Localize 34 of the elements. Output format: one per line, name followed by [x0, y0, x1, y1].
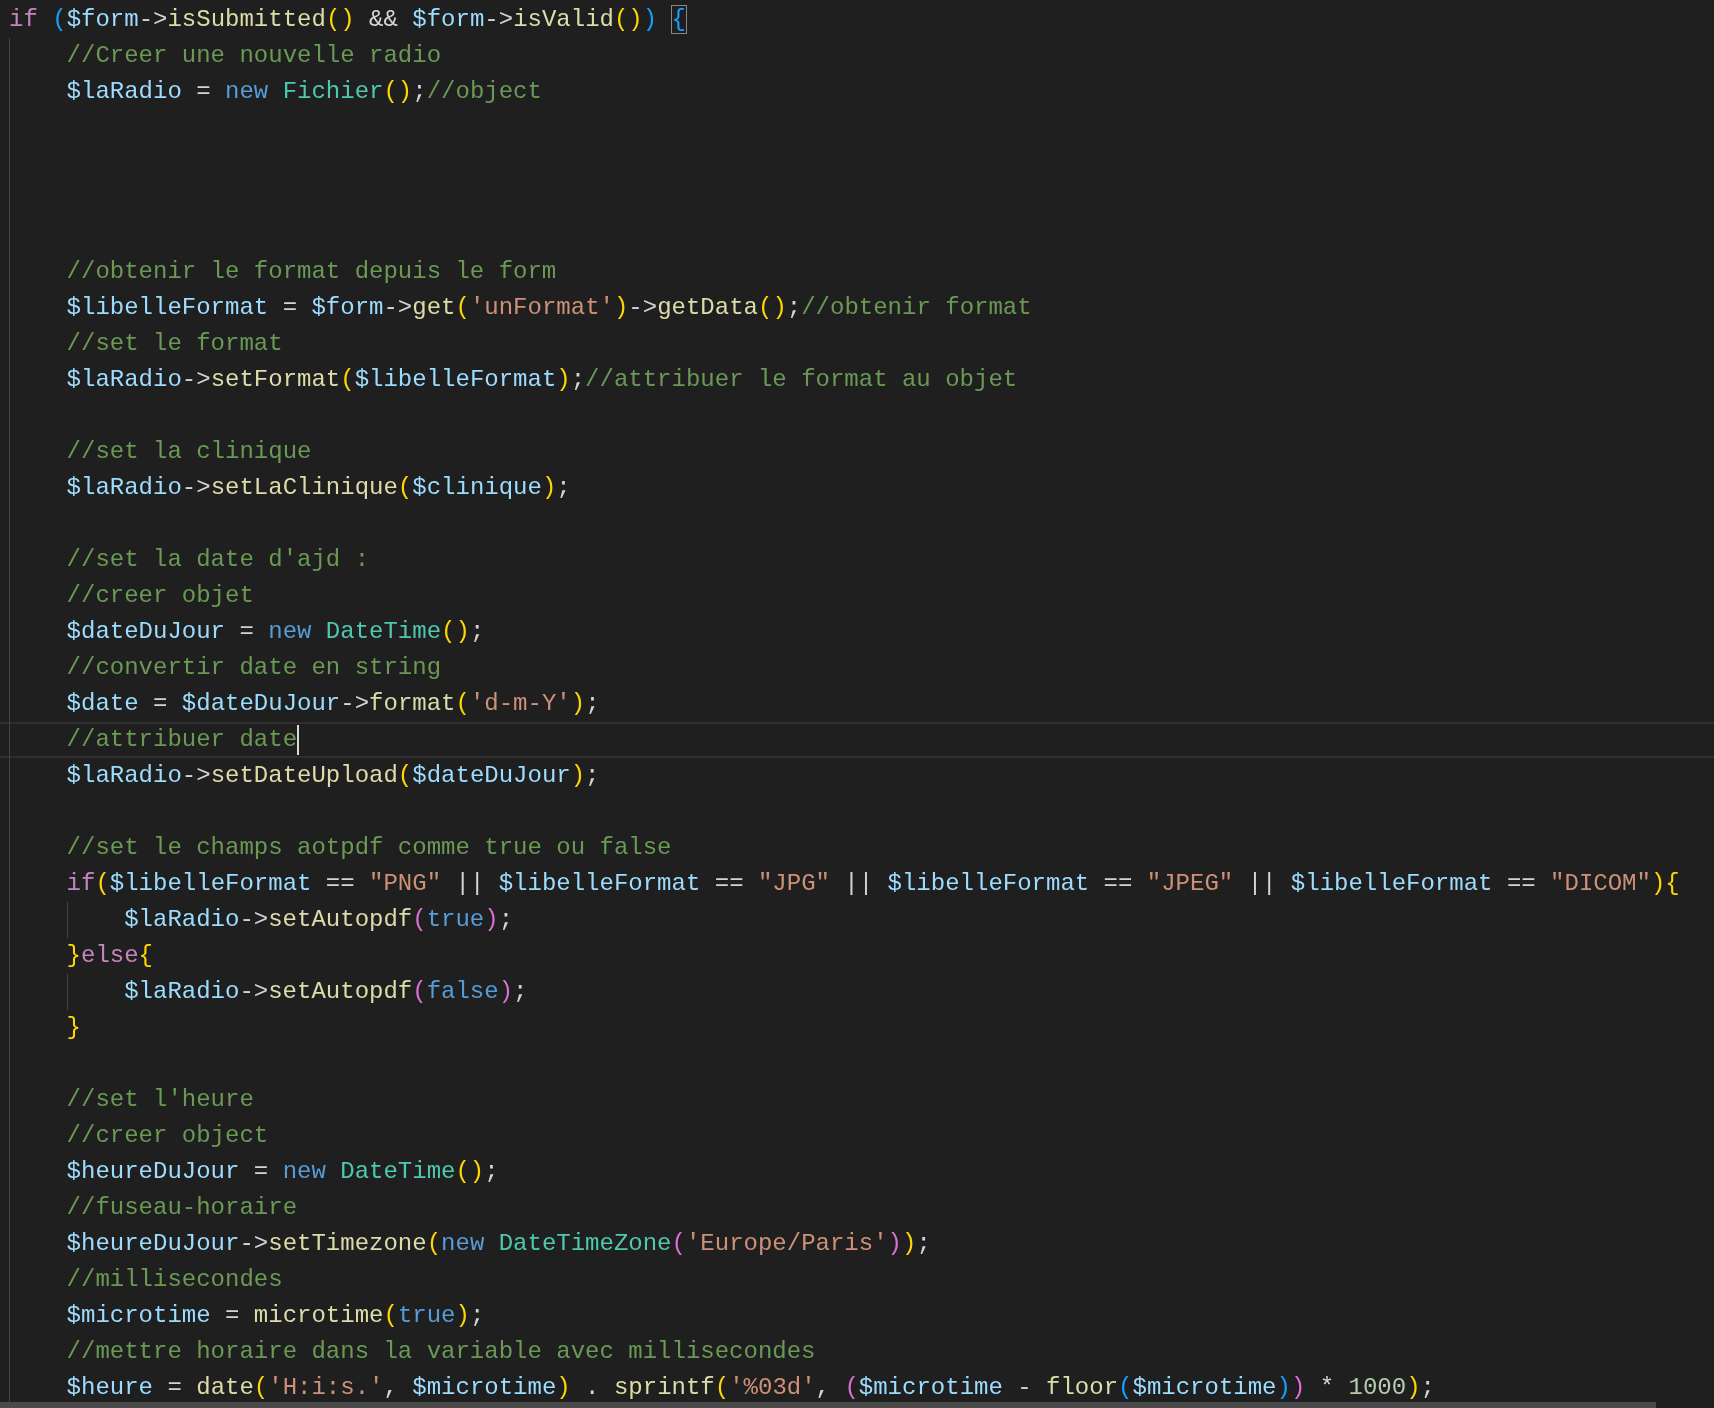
code-line: //set la date d'ajd :	[66, 545, 370, 575]
code-line: $heure = date('H:i:s.', $microtime) . sprintf('%03d', ($microtime - floor($microtime)) * 1000);	[66, 1373, 1435, 1403]
code-line: //creer objet	[66, 581, 254, 611]
code-line: //creer object	[66, 1121, 269, 1151]
code-line: $heureDuJour->setTimezone(new DateTimeZone('Europe/Paris'));	[66, 1229, 931, 1259]
code-line: $libelleFormat = $form->get('unFormat')->getData();//obtenir format	[66, 293, 1032, 323]
code-line: //set le format	[66, 329, 283, 359]
code-line: $laRadio->setLaClinique($clinique);	[66, 473, 571, 503]
code-line: if($libelleFormat == "PNG" || $libelleFormat == "JPG" || $libelleFormat == "JPEG" || $libelleFormat == "DICOM"){	[66, 869, 1680, 899]
code-line: $laRadio->setAutopdf(true);	[124, 905, 514, 935]
code-line: $microtime = microtime(true);	[66, 1301, 485, 1331]
code-line: //mettre horaire dans la variable avec millisecondes	[66, 1337, 816, 1367]
code-line: $date = $dateDuJour->format('d-m-Y');	[66, 689, 600, 719]
code-line: $laRadio->setAutopdf(false);	[124, 977, 528, 1007]
code-line: //fuseau-horaire	[66, 1193, 298, 1223]
code-line: if ($form->isSubmitted() && $form->isValid()) {	[9, 5, 686, 35]
code-line: $heureDuJour = new DateTime();	[66, 1157, 499, 1187]
text-cursor	[297, 725, 300, 755]
code-line: //set l'heure	[66, 1085, 254, 1115]
code-line: $laRadio->setDateUpload($dateDuJour);	[66, 761, 600, 791]
code-line: //set la clinique	[66, 437, 312, 467]
code-line: $laRadio = new Fichier();//object	[66, 77, 542, 107]
code-line: //set le champs aotpdf comme true ou false	[66, 833, 672, 863]
code-line: //attribuer date	[66, 725, 298, 755]
code-line: //Creer une nouvelle radio	[66, 41, 442, 71]
code-editor[interactable]	[0, 0, 1714, 1408]
horizontal-scrollbar[interactable]	[0, 1402, 1656, 1408]
code-line: //convertir date en string	[66, 653, 442, 683]
code-line: }	[66, 1013, 81, 1043]
code-line: $laRadio->setFormat($libelleFormat);//attribuer le format au objet	[66, 365, 1018, 395]
code-line: //obtenir le format depuis le form	[66, 257, 557, 287]
code-line: $dateDuJour = new DateTime();	[66, 617, 485, 647]
code-line: }else{	[66, 941, 153, 971]
code-line: //millisecondes	[66, 1265, 283, 1295]
